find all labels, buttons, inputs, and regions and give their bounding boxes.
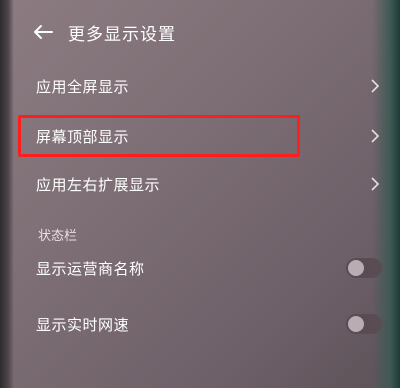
toggle-knob: [348, 316, 364, 332]
toggle-label: 显示实时网速: [36, 315, 130, 334]
item-label: 应用全屏显示: [36, 77, 130, 96]
item-label: 应用左右扩展显示: [36, 175, 161, 194]
red-highlight-box: [18, 115, 300, 157]
arrow-left-icon[interactable]: [32, 21, 54, 43]
section-label-status-bar: 状态栏: [38, 229, 78, 244]
item-fullscreen-apps[interactable]: 应用全屏显示: [36, 70, 382, 102]
toggle-row-carrier-name: 显示运营商名称: [36, 252, 382, 284]
carrier-name-toggle[interactable]: [346, 258, 382, 278]
settings-screen: 更多显示设置 应用全屏显示 屏幕顶部显示 应用左右扩展显示 状态栏 显示运营商名…: [0, 0, 400, 388]
page-title: 更多显示设置: [68, 24, 176, 45]
item-extended-display[interactable]: 应用左右扩展显示: [36, 168, 382, 200]
chevron-right-icon: [368, 177, 382, 191]
toggle-knob: [348, 260, 364, 276]
chevron-right-icon: [368, 129, 382, 143]
device-edge-left: [0, 0, 14, 388]
network-speed-toggle[interactable]: [346, 314, 382, 334]
chevron-right-icon: [368, 79, 382, 93]
toggle-row-network-speed: 显示实时网速: [36, 308, 382, 340]
toggle-label: 显示运营商名称: [36, 259, 145, 278]
page-header: 更多显示设置: [32, 14, 176, 50]
